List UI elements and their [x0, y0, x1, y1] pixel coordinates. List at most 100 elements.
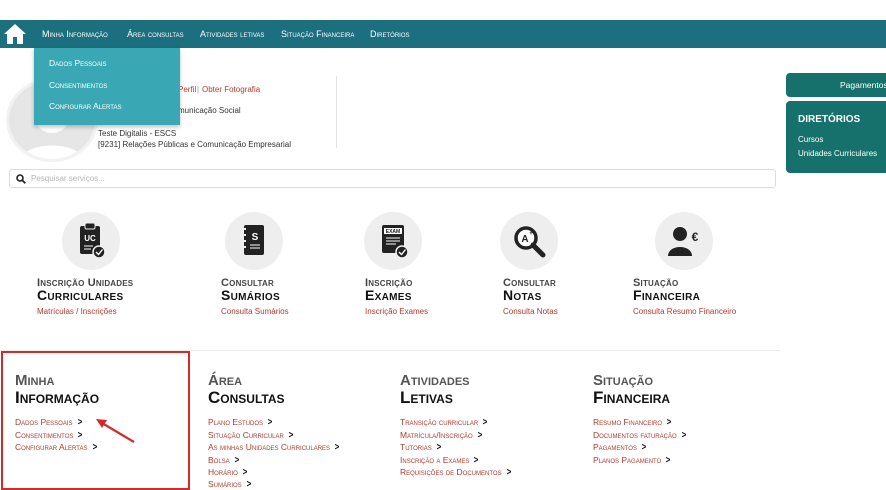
nav-atividades-letivas[interactable]: Atividades letivas: [200, 20, 264, 48]
section-link-tutorias[interactable]: Tutorias >: [400, 442, 442, 453]
directory-link-cursos[interactable]: Cursos: [798, 135, 886, 144]
section-link-sumarios[interactable]: Sumários >: [208, 479, 252, 490]
svg-text:S: S: [252, 232, 259, 243]
section-link-inscricao-exames[interactable]: Inscrição a Exames >: [400, 455, 479, 466]
section-link-label: Resumo Financeiro: [593, 417, 663, 427]
section-link-bolsa[interactable]: Bolsa >: [208, 455, 240, 466]
exam-icon: EXAM: [382, 225, 409, 259]
chevron-right-icon: >: [267, 417, 273, 428]
svg-text:A: A: [521, 234, 528, 245]
tile-title-bottom-sumarios: Sumários: [221, 287, 280, 303]
nav-dropdown-menu: Dados Pessoais Consentimentos Configurar…: [34, 48, 180, 125]
svg-text:+: +: [529, 231, 533, 237]
nav-area-consultas[interactable]: Área consultas: [127, 20, 184, 48]
section-link-situacao-curricular[interactable]: Situação Curricular >: [208, 430, 294, 441]
section-link-plano-estudos[interactable]: Plano Estudos >: [208, 417, 273, 428]
uc-clipboard-icon: UC: [80, 222, 106, 259]
chevron-right-icon: >: [477, 430, 482, 441]
tile-title-bottom-notas: Notas: [503, 287, 542, 303]
chevron-right-icon: >: [482, 417, 488, 428]
chevron-right-icon: >: [288, 430, 294, 441]
user-euro-icon: €: [668, 227, 699, 256]
top-nav-bar: Minha Informação Área consultas Atividad…: [0, 20, 886, 48]
section-link-label: Tutorias: [400, 442, 432, 452]
section-link-minhas-ucs[interactable]: As minhas Unidades Curriculares >: [208, 442, 340, 453]
section-link-resumo-financeiro[interactable]: Resumo Financeiro >: [593, 417, 672, 428]
tile-icon-uc[interactable]: UC: [62, 212, 120, 270]
profile-divider: [336, 76, 337, 148]
section-link-label: As minhas Unidades Curriculares: [208, 442, 331, 452]
profile-course-line: municação Social: [178, 106, 241, 115]
tile-icon-financeira[interactable]: €: [655, 212, 713, 270]
profile-link[interactable]: Perfil: [178, 85, 196, 94]
tile-title-bottom-exames: Exames: [365, 287, 412, 303]
get-photo-link[interactable]: Obter Fotografia: [202, 85, 260, 94]
section-title-bottom-atividades: Letivas: [400, 388, 453, 407]
section-link-label: Matrícula/Inscrição: [400, 430, 473, 440]
profile-program: [9231] Relações Públicas e Comunicação E…: [98, 140, 291, 149]
section-link-matricula[interactable]: Matrícula/Inscrição >: [400, 430, 483, 441]
nav-diretorios[interactable]: Diretórios: [370, 20, 410, 48]
chevron-right-icon: >: [246, 479, 251, 490]
section-link-pagamentos[interactable]: Pagamentos >: [593, 442, 647, 453]
dropdown-item-consentimentos[interactable]: Consentimentos: [49, 80, 107, 90]
svg-text:€: €: [692, 230, 699, 244]
chevron-right-icon: >: [474, 455, 479, 466]
nav-minha-informacao[interactable]: Minha Informação: [42, 20, 108, 48]
link-separator: |: [197, 85, 200, 94]
section-link-label: Sumários: [208, 479, 242, 489]
payments-button[interactable]: Pagamentos: [786, 73, 886, 97]
chevron-right-icon: >: [681, 430, 686, 441]
section-title-top-atividades: Atividades: [400, 372, 470, 389]
section-link-label: Planos Pagamento: [593, 455, 662, 465]
search-input[interactable]: [31, 174, 731, 183]
chevron-right-icon: >: [506, 467, 511, 478]
section-title-bottom-situacao: Financeira: [593, 388, 671, 407]
section-link-documentos-faturacao[interactable]: Documentos faturação >: [593, 430, 686, 441]
chevron-right-icon: >: [242, 467, 248, 478]
section-link-planos-pagamento[interactable]: Planos Pagamento >: [593, 455, 671, 466]
annotation-arrow-icon: [96, 419, 135, 443]
section-link-transicao[interactable]: Transição curricular >: [400, 417, 488, 428]
chevron-right-icon: >: [436, 442, 442, 453]
home-icon[interactable]: [2, 22, 28, 46]
section-link-label: Situação Curricular: [208, 430, 284, 440]
section-link-label: Inscrição a Exames: [400, 455, 470, 465]
tile-icon-sumarios[interactable]: S: [225, 212, 283, 270]
section-link-horario[interactable]: Horário >: [208, 467, 248, 478]
section-title-top-situacao: Situação: [593, 372, 654, 389]
section-link-label: Horário: [208, 467, 238, 477]
magnifier-grade-icon: A +: [514, 226, 546, 258]
tile-icon-exames[interactable]: EXAM: [364, 212, 422, 270]
section-title-bottom-area: Consultas: [208, 388, 285, 407]
section-link-label: Transição curricular: [400, 417, 479, 427]
chevron-right-icon: >: [334, 442, 340, 453]
section-link-label: Documentos faturação: [593, 430, 677, 440]
tile-link-uc[interactable]: Matrículas / Inscrições: [37, 307, 117, 316]
section-link-requisicoes[interactable]: Requisições de Documentos >: [400, 467, 511, 478]
directory-link-unidades[interactable]: Unidades Curriculares: [798, 149, 886, 158]
section-link-label: Pagamentos: [593, 442, 637, 452]
directories-title: DIRETÓRIOS: [798, 114, 861, 125]
chevron-right-icon: >: [665, 455, 671, 466]
tile-title-bottom-financeira: Financeira: [633, 287, 701, 303]
tile-link-financeira[interactable]: Consulta Resumo Financeiro: [633, 307, 736, 316]
search-box: [9, 169, 776, 188]
section-link-label: Requisições de Documentos: [400, 467, 502, 477]
dropdown-item-dados-pessoais[interactable]: Dados Pessoais: [49, 58, 107, 68]
tile-link-exames[interactable]: Inscrição Exames: [365, 307, 428, 316]
profile-institution: Teste Digitalis - ESCS: [98, 129, 177, 138]
section-link-label: Bolsa: [208, 455, 230, 465]
tile-icon-notas[interactable]: A +: [500, 212, 558, 270]
notebook-icon: S: [242, 225, 264, 255]
nav-situacao-financeira[interactable]: Situação Financeira: [281, 20, 354, 48]
tile-link-sumarios[interactable]: Consulta Sumários: [221, 307, 289, 316]
tile-link-notas[interactable]: Consulta Notas: [503, 307, 558, 316]
svg-text:EXAM: EXAM: [386, 229, 400, 235]
tile-title-bottom-uc: Curriculares: [37, 287, 124, 303]
chevron-right-icon: >: [666, 417, 672, 428]
dropdown-item-configurar-alertas[interactable]: Configurar Alertas: [49, 101, 122, 111]
chevron-right-icon: >: [641, 442, 647, 453]
section-title-top-area: Área: [208, 372, 243, 389]
section-link-label: Plano Estudos: [208, 417, 264, 427]
